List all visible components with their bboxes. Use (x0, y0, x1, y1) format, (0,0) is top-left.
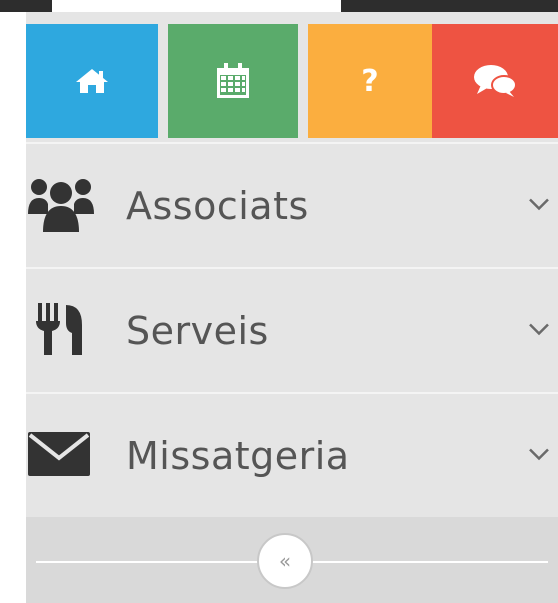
sidebar-item-label: Serveis (126, 308, 269, 353)
double-chevron-left-icon: « (278, 549, 292, 573)
top-bar-dark-right (341, 0, 558, 12)
calendar-icon (216, 63, 250, 99)
sidebar-item-label: Missatgeria (126, 433, 350, 478)
top-bar-dark-left (0, 0, 52, 12)
top-bar (0, 0, 558, 12)
help-shortcut-button[interactable]: ? (308, 24, 432, 138)
shortcut-bar: ? (26, 24, 558, 138)
question-icon: ? (361, 63, 379, 99)
envelope-icon (28, 430, 90, 482)
chevron-down-icon (528, 196, 550, 215)
chevron-down-icon (528, 446, 550, 465)
chevron-down-icon (528, 321, 550, 340)
chat-icon (473, 63, 517, 99)
sidebar-item-missatgeria[interactable]: Missatgeria (26, 394, 558, 517)
sidebar-item-serveis[interactable]: Serveis (26, 269, 558, 392)
calendar-shortcut-button[interactable] (168, 24, 298, 138)
sidebar-item-label: Associats (126, 183, 309, 228)
sidebar: ? Associats Serveis Missatgeria « (26, 12, 558, 603)
chat-shortcut-button[interactable] (432, 24, 558, 138)
home-icon (75, 67, 109, 95)
sidebar-menu: Associats Serveis Missatgeria (26, 142, 558, 517)
fork-knife-icon (28, 301, 84, 361)
home-shortcut-button[interactable] (26, 24, 158, 138)
sidebar-item-associats[interactable]: Associats (26, 144, 558, 267)
sidebar-collapse-bar: « (26, 517, 558, 603)
collapse-sidebar-button[interactable]: « (257, 533, 313, 589)
users-icon (28, 174, 94, 238)
